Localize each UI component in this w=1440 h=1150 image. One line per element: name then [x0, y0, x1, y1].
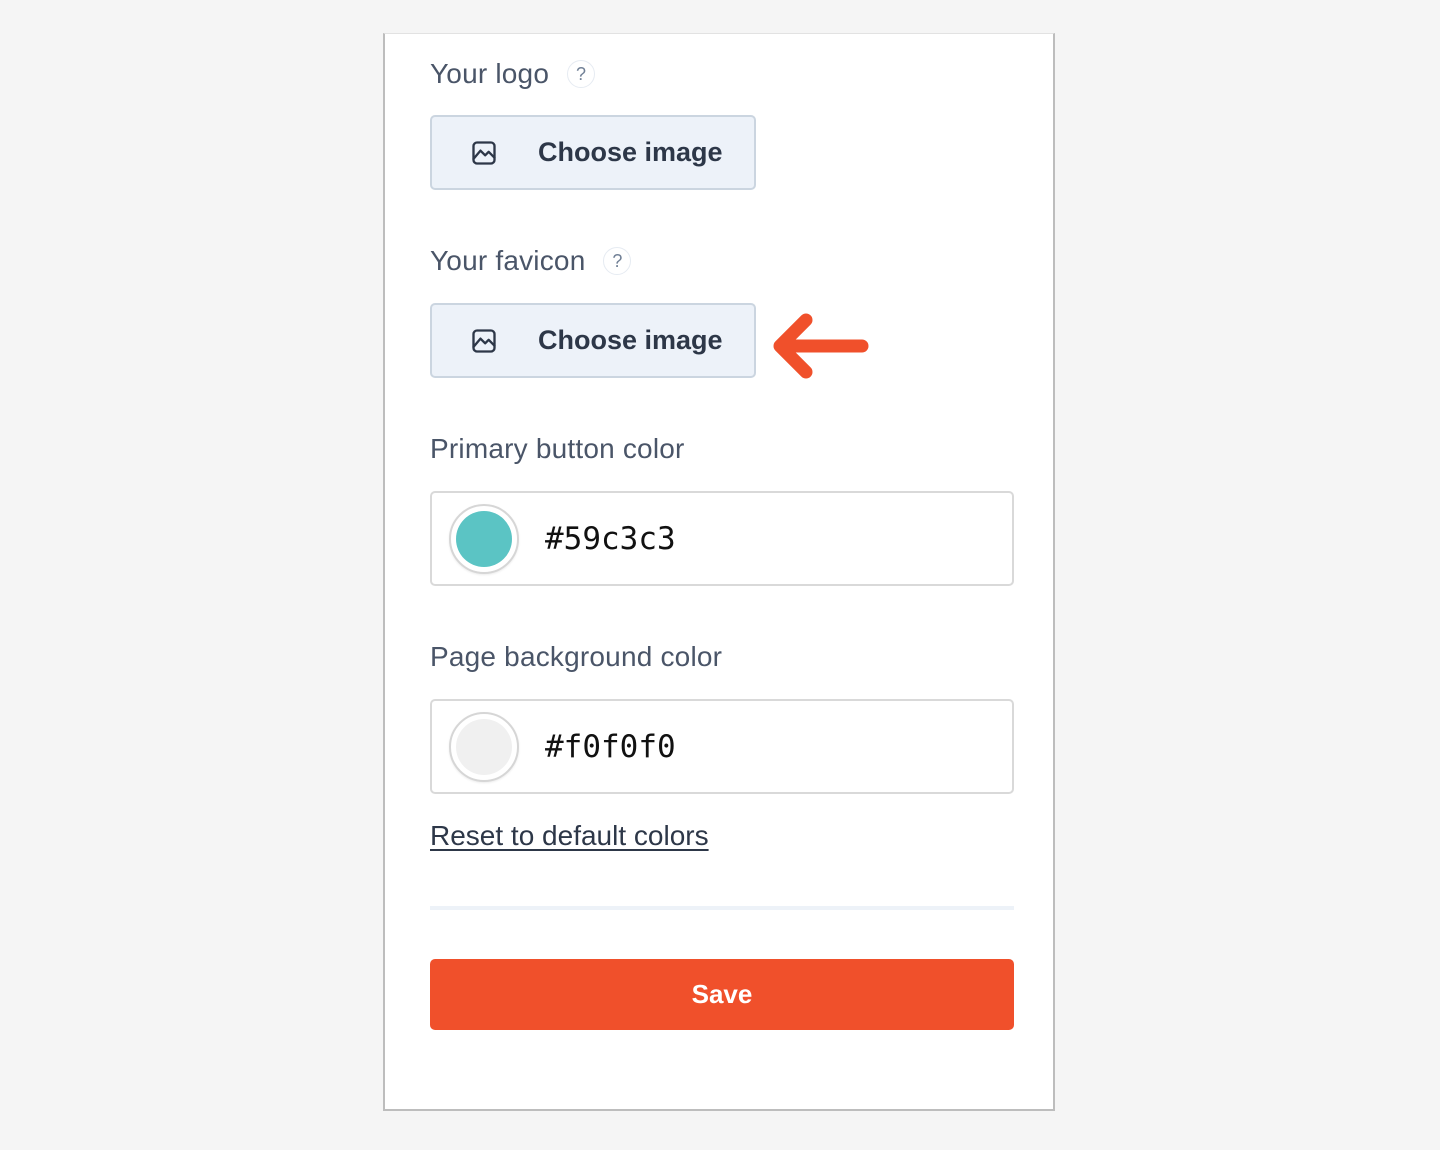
- logo-help-icon[interactable]: ?: [567, 60, 596, 88]
- favicon-label: Your favicon ?: [430, 245, 632, 277]
- primary-color-field: [430, 491, 1014, 586]
- favicon-help-icon[interactable]: ?: [603, 247, 632, 275]
- arrow-left-icon: [773, 313, 869, 379]
- save-button[interactable]: Save: [430, 959, 1014, 1030]
- background-color-label: Page background color: [430, 641, 723, 672]
- image-icon: [472, 140, 496, 165]
- background-color-field: [430, 699, 1014, 794]
- choose-favicon-label: Choose image: [538, 325, 723, 355]
- choose-logo-button[interactable]: Choose image: [430, 115, 756, 190]
- primary-color-label: Primary button color: [430, 433, 685, 464]
- primary-color-dot: [456, 510, 512, 567]
- background-color-input[interactable]: [543, 727, 967, 766]
- primary-color-input[interactable]: [543, 519, 967, 558]
- primary-color-swatch[interactable]: [449, 503, 519, 574]
- reset-colors-link[interactable]: Reset to default colors: [430, 820, 709, 852]
- background-color-dot: [456, 718, 512, 775]
- logo-label: Your logo ?: [430, 58, 596, 90]
- divider: [430, 906, 1014, 910]
- choose-logo-label: Choose image: [538, 137, 723, 167]
- background-color-swatch[interactable]: [449, 711, 519, 782]
- choose-favicon-button[interactable]: Choose image: [430, 303, 756, 378]
- image-icon: [472, 328, 496, 353]
- branding-settings-panel: Your logo ? Choose image Your favicon ? …: [383, 33, 1055, 1111]
